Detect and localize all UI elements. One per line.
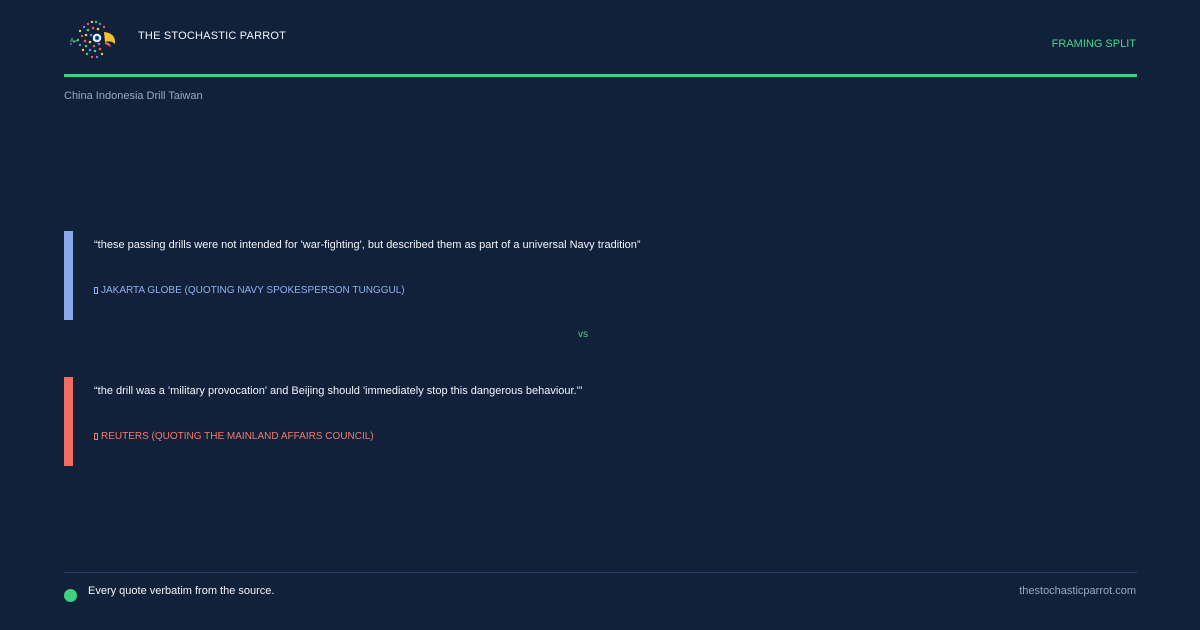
framing-split-tag: FRAMING SPLIT bbox=[1051, 38, 1136, 50]
status-dot-icon bbox=[64, 589, 77, 602]
quote-source: REUTERS (QUOTING THE MAINLAND AFFAIRS CO… bbox=[94, 431, 374, 442]
footer-divider bbox=[64, 572, 1137, 573]
parrot-logo-icon bbox=[68, 16, 120, 64]
quote-accent-bar bbox=[64, 377, 73, 466]
quote-text: “the drill was a 'military provocation' … bbox=[94, 385, 583, 397]
quote-source-label: JAKARTA GLOBE (QUOTING NAVY SPOKESPERSON… bbox=[101, 285, 405, 296]
quote-source: JAKARTA GLOBE (QUOTING NAVY SPOKESPERSON… bbox=[94, 285, 405, 296]
quote-text: “these passing drills were not intended … bbox=[94, 239, 641, 251]
source-glyph-icon bbox=[94, 287, 98, 294]
topic-title: China Indonesia Drill Taiwan bbox=[64, 90, 203, 102]
footer-note: Every quote verbatim from the source. bbox=[88, 585, 275, 597]
quote-source-label: REUTERS (QUOTING THE MAINLAND AFFAIRS CO… bbox=[101, 431, 374, 442]
site-link[interactable]: thestochasticparrot.com bbox=[1019, 585, 1136, 597]
source-glyph-icon bbox=[94, 433, 98, 440]
versus-label: vs bbox=[578, 329, 588, 340]
quote-accent-bar bbox=[64, 231, 73, 320]
quote-card-2: “the drill was a 'military provocation' … bbox=[64, 377, 1137, 466]
brand-name: THE STOCHASTIC PARROT bbox=[138, 30, 287, 42]
header-divider bbox=[64, 74, 1137, 77]
quote-card-1: “these passing drills were not intended … bbox=[64, 231, 1137, 320]
